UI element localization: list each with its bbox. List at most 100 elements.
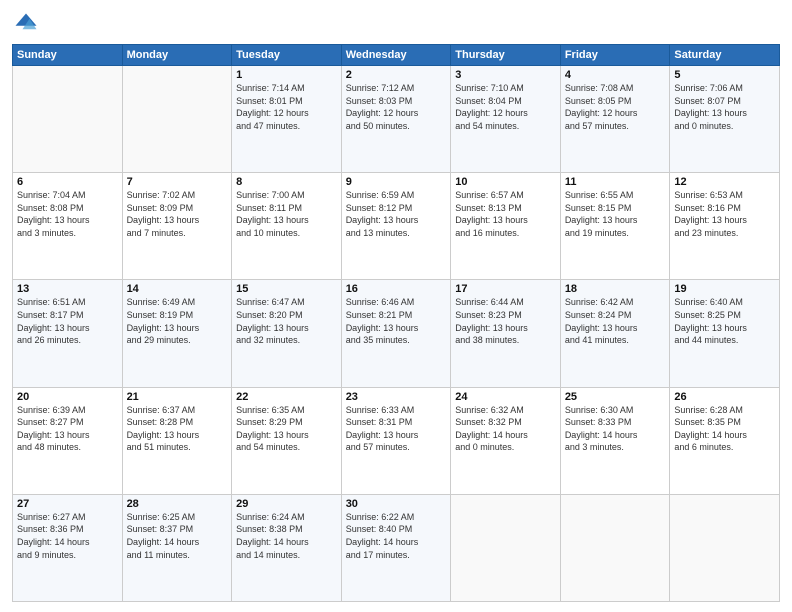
- day-number: 12: [674, 176, 775, 188]
- calendar-cell: [670, 494, 780, 601]
- calendar-cell: 17Sunrise: 6:44 AM Sunset: 8:23 PM Dayli…: [451, 280, 561, 387]
- calendar-cell: [451, 494, 561, 601]
- day-number: 15: [236, 283, 337, 295]
- day-detail: Sunrise: 6:42 AM Sunset: 8:24 PM Dayligh…: [565, 296, 666, 346]
- calendar-cell: [122, 66, 232, 173]
- calendar-cell: 13Sunrise: 6:51 AM Sunset: 8:17 PM Dayli…: [13, 280, 123, 387]
- day-detail: Sunrise: 7:02 AM Sunset: 8:09 PM Dayligh…: [127, 189, 228, 239]
- calendar-cell: 19Sunrise: 6:40 AM Sunset: 8:25 PM Dayli…: [670, 280, 780, 387]
- day-number: 24: [455, 391, 556, 403]
- day-number: 5: [674, 69, 775, 81]
- day-number: 2: [346, 69, 447, 81]
- day-number: 1: [236, 69, 337, 81]
- calendar-cell: 2Sunrise: 7:12 AM Sunset: 8:03 PM Daylig…: [341, 66, 451, 173]
- calendar-cell: 26Sunrise: 6:28 AM Sunset: 8:35 PM Dayli…: [670, 387, 780, 494]
- day-number: 23: [346, 391, 447, 403]
- week-row-1: 6Sunrise: 7:04 AM Sunset: 8:08 PM Daylig…: [13, 173, 780, 280]
- header-day-thursday: Thursday: [451, 45, 561, 66]
- day-detail: Sunrise: 6:37 AM Sunset: 8:28 PM Dayligh…: [127, 404, 228, 454]
- day-detail: Sunrise: 6:40 AM Sunset: 8:25 PM Dayligh…: [674, 296, 775, 346]
- header-day-friday: Friday: [560, 45, 670, 66]
- header: [12, 10, 780, 38]
- day-number: 10: [455, 176, 556, 188]
- day-detail: Sunrise: 6:27 AM Sunset: 8:36 PM Dayligh…: [17, 511, 118, 561]
- day-detail: Sunrise: 6:49 AM Sunset: 8:19 PM Dayligh…: [127, 296, 228, 346]
- week-row-0: 1Sunrise: 7:14 AM Sunset: 8:01 PM Daylig…: [13, 66, 780, 173]
- day-number: 20: [17, 391, 118, 403]
- day-number: 26: [674, 391, 775, 403]
- day-detail: Sunrise: 6:51 AM Sunset: 8:17 PM Dayligh…: [17, 296, 118, 346]
- day-number: 25: [565, 391, 666, 403]
- day-detail: Sunrise: 7:06 AM Sunset: 8:07 PM Dayligh…: [674, 82, 775, 132]
- calendar-cell: 20Sunrise: 6:39 AM Sunset: 8:27 PM Dayli…: [13, 387, 123, 494]
- calendar-cell: 21Sunrise: 6:37 AM Sunset: 8:28 PM Dayli…: [122, 387, 232, 494]
- day-detail: Sunrise: 7:00 AM Sunset: 8:11 PM Dayligh…: [236, 189, 337, 239]
- day-detail: Sunrise: 6:55 AM Sunset: 8:15 PM Dayligh…: [565, 189, 666, 239]
- calendar-cell: 10Sunrise: 6:57 AM Sunset: 8:13 PM Dayli…: [451, 173, 561, 280]
- day-detail: Sunrise: 6:59 AM Sunset: 8:12 PM Dayligh…: [346, 189, 447, 239]
- day-detail: Sunrise: 6:24 AM Sunset: 8:38 PM Dayligh…: [236, 511, 337, 561]
- day-detail: Sunrise: 6:32 AM Sunset: 8:32 PM Dayligh…: [455, 404, 556, 454]
- day-number: 14: [127, 283, 228, 295]
- calendar-header-row: SundayMondayTuesdayWednesdayThursdayFrid…: [13, 45, 780, 66]
- calendar-cell: 14Sunrise: 6:49 AM Sunset: 8:19 PM Dayli…: [122, 280, 232, 387]
- calendar-cell: 24Sunrise: 6:32 AM Sunset: 8:32 PM Dayli…: [451, 387, 561, 494]
- day-detail: Sunrise: 6:44 AM Sunset: 8:23 PM Dayligh…: [455, 296, 556, 346]
- day-number: 22: [236, 391, 337, 403]
- calendar-cell: 4Sunrise: 7:08 AM Sunset: 8:05 PM Daylig…: [560, 66, 670, 173]
- calendar-cell: 22Sunrise: 6:35 AM Sunset: 8:29 PM Dayli…: [232, 387, 342, 494]
- day-detail: Sunrise: 7:04 AM Sunset: 8:08 PM Dayligh…: [17, 189, 118, 239]
- day-detail: Sunrise: 6:46 AM Sunset: 8:21 PM Dayligh…: [346, 296, 447, 346]
- calendar-cell: 8Sunrise: 7:00 AM Sunset: 8:11 PM Daylig…: [232, 173, 342, 280]
- day-number: 28: [127, 498, 228, 510]
- day-number: 8: [236, 176, 337, 188]
- day-detail: Sunrise: 6:22 AM Sunset: 8:40 PM Dayligh…: [346, 511, 447, 561]
- calendar-cell: 29Sunrise: 6:24 AM Sunset: 8:38 PM Dayli…: [232, 494, 342, 601]
- day-detail: Sunrise: 6:57 AM Sunset: 8:13 PM Dayligh…: [455, 189, 556, 239]
- header-day-saturday: Saturday: [670, 45, 780, 66]
- day-number: 30: [346, 498, 447, 510]
- day-number: 6: [17, 176, 118, 188]
- calendar-cell: 27Sunrise: 6:27 AM Sunset: 8:36 PM Dayli…: [13, 494, 123, 601]
- day-number: 4: [565, 69, 666, 81]
- calendar-cell: 1Sunrise: 7:14 AM Sunset: 8:01 PM Daylig…: [232, 66, 342, 173]
- day-detail: Sunrise: 6:33 AM Sunset: 8:31 PM Dayligh…: [346, 404, 447, 454]
- header-day-tuesday: Tuesday: [232, 45, 342, 66]
- day-detail: Sunrise: 6:25 AM Sunset: 8:37 PM Dayligh…: [127, 511, 228, 561]
- calendar-cell: [13, 66, 123, 173]
- day-number: 21: [127, 391, 228, 403]
- week-row-4: 27Sunrise: 6:27 AM Sunset: 8:36 PM Dayli…: [13, 494, 780, 601]
- calendar-cell: 16Sunrise: 6:46 AM Sunset: 8:21 PM Dayli…: [341, 280, 451, 387]
- day-number: 27: [17, 498, 118, 510]
- day-detail: Sunrise: 7:08 AM Sunset: 8:05 PM Dayligh…: [565, 82, 666, 132]
- day-number: 9: [346, 176, 447, 188]
- week-row-3: 20Sunrise: 6:39 AM Sunset: 8:27 PM Dayli…: [13, 387, 780, 494]
- calendar-cell: 25Sunrise: 6:30 AM Sunset: 8:33 PM Dayli…: [560, 387, 670, 494]
- calendar-table: SundayMondayTuesdayWednesdayThursdayFrid…: [12, 44, 780, 602]
- day-number: 16: [346, 283, 447, 295]
- logo-icon: [12, 10, 40, 38]
- header-day-monday: Monday: [122, 45, 232, 66]
- calendar-cell: 30Sunrise: 6:22 AM Sunset: 8:40 PM Dayli…: [341, 494, 451, 601]
- day-detail: Sunrise: 6:47 AM Sunset: 8:20 PM Dayligh…: [236, 296, 337, 346]
- calendar-cell: 3Sunrise: 7:10 AM Sunset: 8:04 PM Daylig…: [451, 66, 561, 173]
- calendar-cell: 18Sunrise: 6:42 AM Sunset: 8:24 PM Dayli…: [560, 280, 670, 387]
- header-day-wednesday: Wednesday: [341, 45, 451, 66]
- calendar-cell: 9Sunrise: 6:59 AM Sunset: 8:12 PM Daylig…: [341, 173, 451, 280]
- calendar-cell: 5Sunrise: 7:06 AM Sunset: 8:07 PM Daylig…: [670, 66, 780, 173]
- day-detail: Sunrise: 6:35 AM Sunset: 8:29 PM Dayligh…: [236, 404, 337, 454]
- day-detail: Sunrise: 6:39 AM Sunset: 8:27 PM Dayligh…: [17, 404, 118, 454]
- day-detail: Sunrise: 6:53 AM Sunset: 8:16 PM Dayligh…: [674, 189, 775, 239]
- calendar-cell: 7Sunrise: 7:02 AM Sunset: 8:09 PM Daylig…: [122, 173, 232, 280]
- calendar-cell: 15Sunrise: 6:47 AM Sunset: 8:20 PM Dayli…: [232, 280, 342, 387]
- day-number: 29: [236, 498, 337, 510]
- day-number: 11: [565, 176, 666, 188]
- day-number: 18: [565, 283, 666, 295]
- logo: [12, 10, 44, 38]
- day-number: 7: [127, 176, 228, 188]
- day-number: 13: [17, 283, 118, 295]
- calendar-cell: 6Sunrise: 7:04 AM Sunset: 8:08 PM Daylig…: [13, 173, 123, 280]
- calendar-cell: 11Sunrise: 6:55 AM Sunset: 8:15 PM Dayli…: [560, 173, 670, 280]
- calendar-cell: [560, 494, 670, 601]
- day-detail: Sunrise: 7:14 AM Sunset: 8:01 PM Dayligh…: [236, 82, 337, 132]
